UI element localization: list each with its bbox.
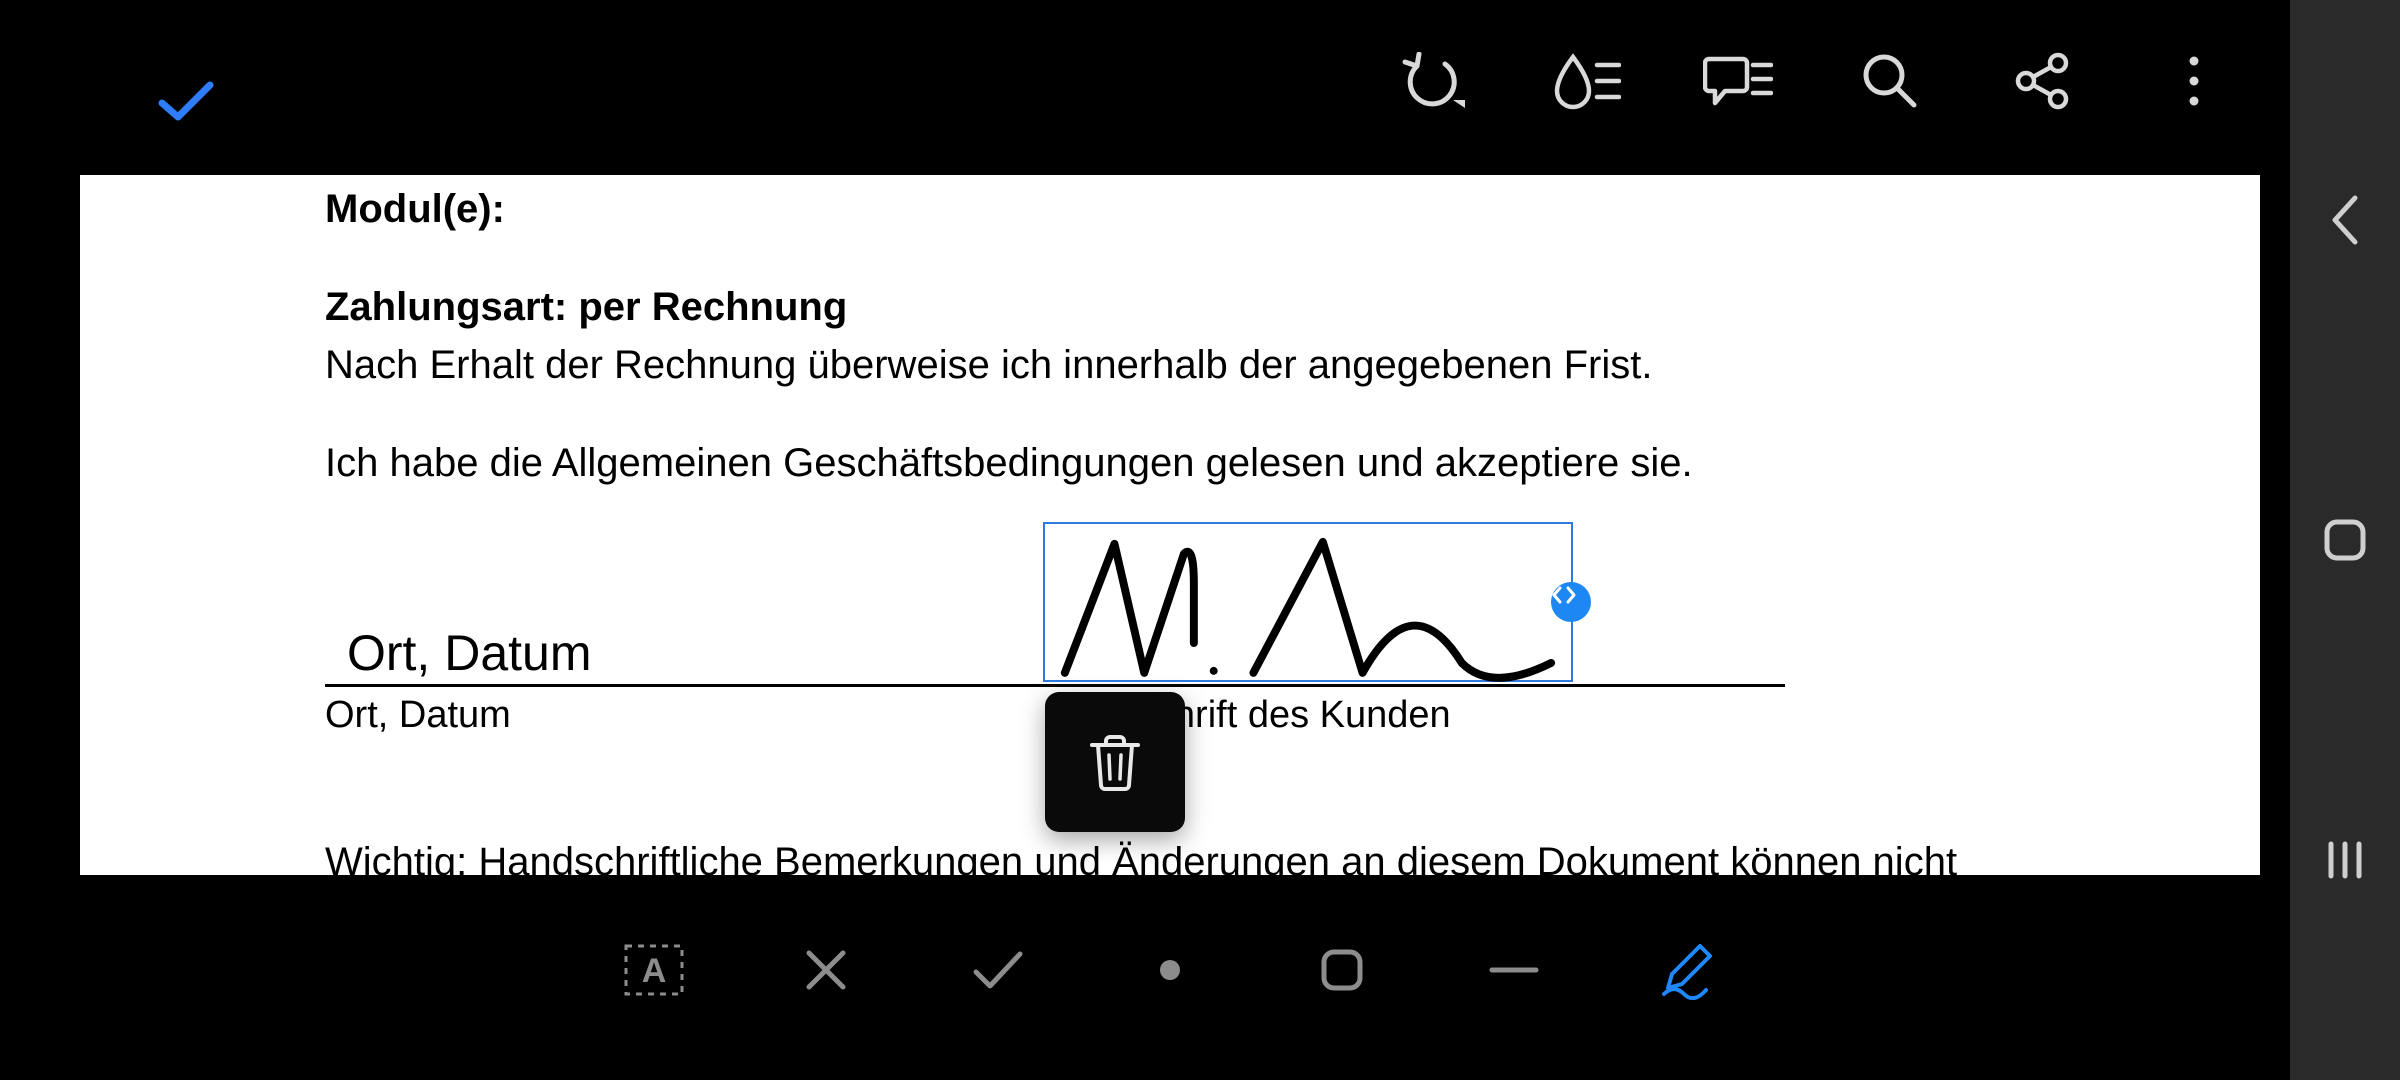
payment-text: Nach Erhalt der Rechnung überweise ich i… [325,336,1825,394]
nav-recents[interactable] [2315,830,2375,890]
confirm-button[interactable] [150,65,222,137]
share-button[interactable] [2006,45,2078,117]
undo-button[interactable] [1398,45,1470,117]
tool-signature-pen[interactable] [1650,934,1722,1006]
location-date-label: Ort, Datum [325,694,511,737]
module-label: Modul(e): [325,180,1825,238]
tool-square[interactable] [1306,934,1378,1006]
signature-selection[interactable] [1043,522,1573,682]
agb-text: Ich habe die Allgemeinen Geschäftsbeding… [325,434,1825,492]
bottom-toolbar: A [80,880,2260,1060]
ink-settings-button[interactable] [1550,45,1622,117]
location-date-value[interactable]: Ort, Datum [347,624,591,682]
footer-note: Wichtig: Handschriftliche Bemerkungen un… [325,840,1957,875]
tool-cross[interactable] [790,934,862,1006]
payment-label: Zahlungsart: per Rechnung [325,278,1825,336]
nav-home[interactable] [2315,510,2375,570]
tool-dot[interactable] [1134,934,1206,1006]
svg-text:A: A [642,952,667,990]
signature-underline [325,684,1785,687]
delete-button[interactable] [1045,692,1185,832]
top-toolbar [80,20,2260,170]
tool-line[interactable] [1478,934,1550,1006]
editor-panel: Modul(e): Zahlungsart: per Rechnung Nach… [80,20,2260,1060]
nav-back[interactable] [2315,190,2375,250]
document-canvas[interactable]: Modul(e): Zahlungsart: per Rechnung Nach… [80,175,2260,875]
search-button[interactable] [1854,45,1926,117]
tool-textbox[interactable]: A [618,934,690,1006]
trash-icon [1084,731,1146,793]
more-button[interactable] [2158,45,2230,117]
system-navbar [2290,0,2400,1080]
resize-handle[interactable] [1551,582,1591,622]
tool-check[interactable] [962,934,1034,1006]
signature-area: Ort, Datum Ort, Datum Unterschrift des K… [325,512,1785,707]
signature-ink [1045,524,1571,683]
comment-button[interactable] [1702,45,1774,117]
